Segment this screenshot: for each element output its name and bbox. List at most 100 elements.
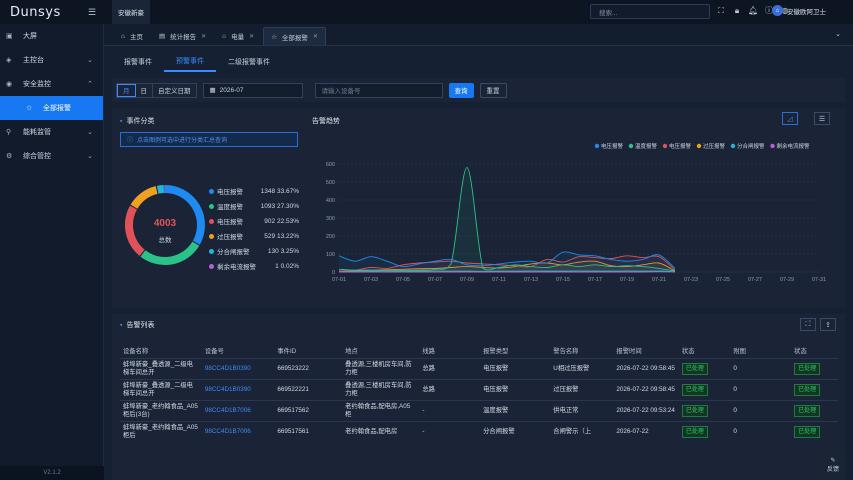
legend-item[interactable]: 过压报警 529 13.22% (209, 231, 299, 241)
cell-line: 总路 (419, 378, 481, 400)
x-tick-label: 07-17 (588, 277, 602, 283)
donut-slice[interactable] (156, 185, 165, 194)
menu-toggle-icon[interactable]: ☰ (88, 7, 98, 17)
legend-item[interactable]: 电压报警 1348 33.67% (209, 186, 299, 196)
period-month[interactable]: 月 (117, 83, 136, 97)
sidebar-item-all-alarms[interactable]: ☆ 全部报警 (0, 96, 103, 120)
trend-legend-label: 过压报警 (703, 142, 726, 150)
table-row[interactable]: 蚌埠新豪_叠透源_二级电梯车间总开 98CC4D1B0390 669523222 叠透… (120, 357, 838, 379)
trend-legend-label: 电压报警 (669, 142, 692, 150)
tab-report[interactable]: ▤ 统计报告 ✕ (152, 27, 213, 45)
legend-value: 1093 27.30% (260, 202, 299, 210)
alarm-table: 设备名称 设备号 事件ID 地点 线路 报警类型 警告名称 报警时间 状态 附图 状态 蚌埠新豪_叠… (120, 344, 838, 442)
dashboard-icon: ◈ (6, 57, 12, 64)
x-tick-label: 07-29 (780, 277, 794, 283)
tab-level2-alarm-events[interactable]: 二级报警事件 (216, 52, 282, 72)
trend-legend-item[interactable]: 分合闸报警 (730, 142, 765, 150)
cell-place: 老约翰食品,配电房 (342, 420, 420, 442)
sidebar-item-control[interactable]: ⚙ 综合管控 ⌄ (0, 144, 103, 168)
donut-slice[interactable] (125, 205, 145, 256)
edit-icon: ✎ (830, 458, 836, 464)
legend-item[interactable]: 电压报警 902 22.53% (209, 216, 299, 226)
table-row[interactable]: 蚌埠新豪_叠透源_二级电梯车间总开 98CC4D1B0390 669522221 叠透… (120, 378, 838, 400)
bell-icon[interactable]: 🔔︎ (748, 5, 758, 17)
status-cell: 已处理 (791, 420, 838, 442)
trend-legend-item[interactable]: 温度报警 (628, 142, 658, 150)
module-tab[interactable]: 安徽新豪 (112, 0, 150, 24)
chevron-up-icon: ⌃ (87, 81, 93, 88)
reset-button[interactable]: 重置 (479, 82, 507, 98)
close-icon[interactable]: ✕ (249, 33, 254, 40)
cell-event_id: 669517561 (274, 420, 343, 442)
legend-dot (209, 263, 214, 269)
user-name: 安徽欧阿卫士 (787, 8, 826, 16)
cell-img: 0 (730, 399, 792, 421)
chevron-down-icon[interactable]: ⌄ (835, 30, 841, 38)
trend-legend-item[interactable]: 剩余电流报警 (770, 142, 810, 150)
export-icon[interactable]: ⇪ (820, 318, 836, 331)
trend-legend-item[interactable]: 电压报警 (662, 142, 692, 150)
legend-dot (209, 233, 214, 239)
device-input[interactable]: 请输入设备号 (314, 82, 443, 98)
table-row[interactable]: 蚌埠新豪_老约翰食品_A05柜后(3台) 98CC4D1B7006 66951756… (120, 399, 838, 421)
list-view-button[interactable]: ☰ (814, 112, 830, 125)
cell-device[interactable]: 98CC4D1B7006 (201, 420, 275, 442)
cell-device[interactable]: 98CC4D1B0390 (201, 378, 275, 400)
tab-home[interactable]: ⌂ 主页 (114, 27, 150, 45)
cell-warn: 过压报警 (550, 378, 614, 400)
legend-dot (209, 218, 214, 224)
cell-name: 蚌埠新豪_老约翰食品_A05柜后(3台) (120, 399, 202, 421)
trend-legend-item[interactable]: 电压报警 (594, 142, 624, 150)
cell-line: - (419, 420, 481, 442)
chevron-down-icon: ⌄ (87, 57, 93, 64)
x-tick-label: 07-05 (396, 277, 410, 283)
sidebar: ▣ 大屏 ◈ 主控台 ⌄ ◉ 安全监控 ⌃ ☆ 全部报警 ⚲ 能耗监管 ⌄ ⚙ 综合管控 ⌄ V2.… (0, 24, 104, 480)
sidebar-item-screen[interactable]: ▣ 大屏 (0, 24, 103, 48)
column-header: 设备号 (204, 348, 224, 356)
sidebar-item-dashboard[interactable]: ◈ 主控台 ⌄ (0, 48, 103, 72)
tab-power[interactable]: ⌂ 电量 ✕ (215, 27, 261, 45)
close-icon[interactable]: ✕ (201, 33, 206, 40)
expand-icon[interactable]: ⛶ (800, 318, 816, 331)
cell-warn: U相过压报警 (550, 357, 614, 379)
legend-item[interactable]: 温度报警 1093 27.30% (209, 201, 299, 211)
sidebar-item-energy[interactable]: ⚲ 能耗监管 ⌄ (0, 120, 103, 144)
fullscreen-icon[interactable]: ⛶ (716, 5, 726, 17)
y-tick-label: 600 (326, 162, 335, 168)
energy-icon: ⚲ (6, 129, 12, 136)
period-custom[interactable]: 自定义日期 (153, 84, 196, 97)
cell-time: 2026-07-22 (613, 420, 679, 442)
sidebar-item-security[interactable]: ◉ 安全监控 ⌃ (0, 72, 103, 96)
legend-dot (628, 143, 634, 149)
cell-device[interactable]: 98CC4D1B7006 (201, 399, 275, 421)
status-cell: 已处理 (791, 399, 838, 421)
query-button[interactable]: 查询 (448, 82, 474, 98)
search-input[interactable]: 搜索... (590, 4, 710, 19)
status-badge: 已处理 (681, 425, 708, 438)
tab-all-alarms[interactable]: ☆ 全部报警 ✕ (263, 27, 326, 45)
column-header: 报警类型 (483, 348, 509, 356)
cell-device[interactable]: 98CC4D1B0390 (201, 357, 275, 379)
donut-slice[interactable] (130, 186, 158, 209)
status-cell: 已处理 (678, 357, 731, 379)
donut-slice[interactable] (140, 241, 200, 265)
legend-item[interactable]: 分合闸报警 130 3.25% (209, 246, 299, 256)
x-tick-label: 07-15 (556, 277, 570, 283)
cell-warn: 供电正常 (550, 399, 614, 421)
period-day[interactable]: 日 (136, 83, 153, 97)
y-tick-label: 300 (326, 216, 335, 222)
feedback-button[interactable]: ✎ 反馈 (820, 452, 846, 478)
user-menu[interactable]: ⌂ 安徽欧阿卫士 (772, 5, 826, 16)
table-row[interactable]: 蚌埠新豪_老约翰食品_A05柜后 98CC4D1B7006 669517561 老约翰… (120, 420, 838, 442)
legend-value: 1 0.02% (275, 262, 299, 270)
tab-alarm-events[interactable]: 报警事件 (112, 52, 164, 72)
trend-legend-label: 电压报警 (601, 142, 624, 150)
chart-view-button[interactable]: ◿ (782, 112, 798, 125)
date-picker[interactable]: ▦ 2026-07 (202, 82, 303, 98)
trend-legend-item[interactable]: 过压报警 (696, 142, 726, 150)
legend-dot (209, 188, 214, 194)
legend-item[interactable]: 剩余电流报警 1 0.02% (209, 261, 299, 271)
close-icon[interactable]: ✕ (313, 33, 318, 40)
lock-icon[interactable]: 🔒︎ (732, 5, 742, 17)
tab-warning-events[interactable]: 预警事件 (164, 52, 216, 72)
